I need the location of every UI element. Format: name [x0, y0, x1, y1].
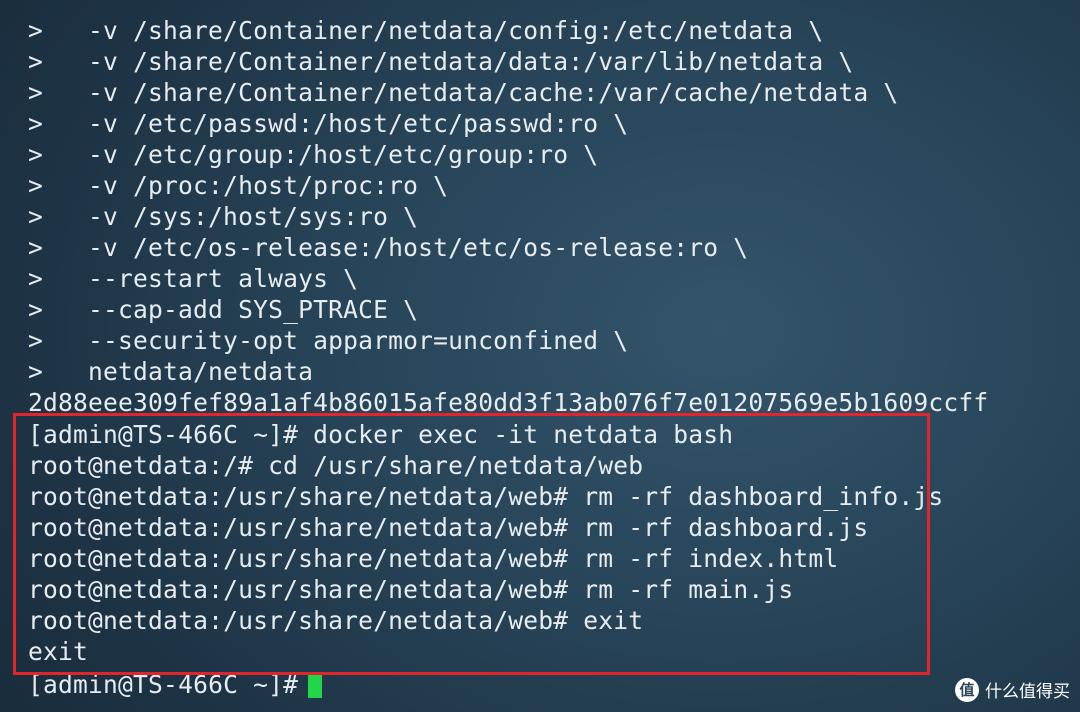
line-text: -v /share/Container/netdata/config:/etc/…	[88, 16, 824, 45]
command-rm-dashboard-info: root@netdata:/usr/share/netdata/web# rm …	[28, 482, 944, 511]
line-text: -v /etc/os-release:/host/etc/os-release:…	[88, 233, 749, 262]
line-text: -v /etc/passwd:/host/etc/passwd:ro \	[88, 109, 629, 138]
watermark-logo-icon: 值	[955, 677, 979, 702]
line-text: netdata/netdata	[88, 357, 314, 386]
terminal-cursor[interactable]	[308, 672, 323, 698]
continuation-prompt: >	[28, 16, 44, 45]
continuation-prompt: >	[28, 233, 44, 262]
line-text: -v /etc/group:/host/etc/group:ro \	[88, 140, 599, 169]
line-text: -v /sys:/host/sys:ro \	[88, 202, 419, 231]
command-rm-index: root@netdata:/usr/share/netdata/web# rm …	[28, 544, 839, 573]
line-text: -v /share/Container/netdata/cache:/var/c…	[88, 78, 899, 107]
continuation-prompt: >	[28, 357, 44, 386]
continuation-prompt: >	[28, 264, 44, 293]
continuation-prompt: >	[28, 47, 44, 76]
command-rm-main: root@netdata:/usr/share/netdata/web# rm …	[28, 575, 794, 604]
line-text: --security-opt apparmor=unconfined \	[88, 326, 629, 355]
terminal-window[interactable]: > -v /share/Container/netdata/config:/etc…	[0, 0, 1080, 712]
terminal-line: > --cap-add SYS_PTRACE \	[28, 294, 418, 325]
command-rm-dashboard: root@netdata:/usr/share/netdata/web# rm …	[28, 513, 869, 542]
exit-output: exit	[28, 637, 89, 666]
command-docker-exec: [admin@TS-466C ~]# docker exec -it netda…	[28, 420, 734, 449]
line-text: --restart always \	[88, 264, 359, 293]
shell-prompt: [admin@TS-466C ~]#	[28, 670, 299, 699]
terminal-line: > -v /etc/passwd:/host/etc/passwd:ro \	[28, 108, 628, 139]
continuation-prompt: >	[28, 171, 44, 200]
command-cd: root@netdata:/# cd /usr/share/netdata/we…	[28, 451, 644, 480]
watermark: 值 什么值得买	[955, 677, 1070, 702]
watermark-text: 什么值得买	[985, 682, 1070, 702]
line-text: -v /proc:/host/proc:ro \	[88, 171, 449, 200]
continuation-prompt: >	[28, 202, 44, 231]
container-id-output: 2d88eee309fef89a1af4b86015afe80dd3f13ab0…	[28, 388, 989, 417]
continuation-prompt: >	[28, 78, 44, 107]
terminal-line: > -v /share/Container/netdata/data:/var/l…	[28, 46, 853, 77]
terminal-line: > netdata/netdata	[28, 356, 313, 387]
command-exit: root@netdata:/usr/share/netdata/web# exi…	[28, 606, 644, 635]
terminal-line: > -v /etc/group:/host/etc/group:ro \	[28, 139, 598, 170]
continuation-prompt: >	[28, 295, 44, 324]
continuation-prompt: >	[28, 326, 44, 355]
continuation-prompt: >	[28, 109, 44, 138]
line-text: --cap-add SYS_PTRACE \	[88, 295, 419, 324]
continuation-prompt: >	[28, 140, 44, 169]
terminal-line: > -v /share/Container/netdata/cache:/var/…	[28, 77, 898, 108]
terminal-line: > -v /proc:/host/proc:ro \	[28, 170, 448, 201]
terminal-line: > -v /sys:/host/sys:ro \	[28, 201, 418, 232]
terminal-line: > --restart always \	[28, 263, 358, 294]
terminal-line: > -v /share/Container/netdata/config:/etc…	[28, 15, 823, 46]
terminal-line: > -v /etc/os-release:/host/etc/os-release…	[28, 232, 748, 263]
line-text: -v /share/Container/netdata/data:/var/li…	[88, 47, 854, 76]
current-prompt-line[interactable]: [admin@TS-466C ~]#	[28, 669, 323, 700]
terminal-line: > --security-opt apparmor=unconfined \	[28, 325, 628, 356]
